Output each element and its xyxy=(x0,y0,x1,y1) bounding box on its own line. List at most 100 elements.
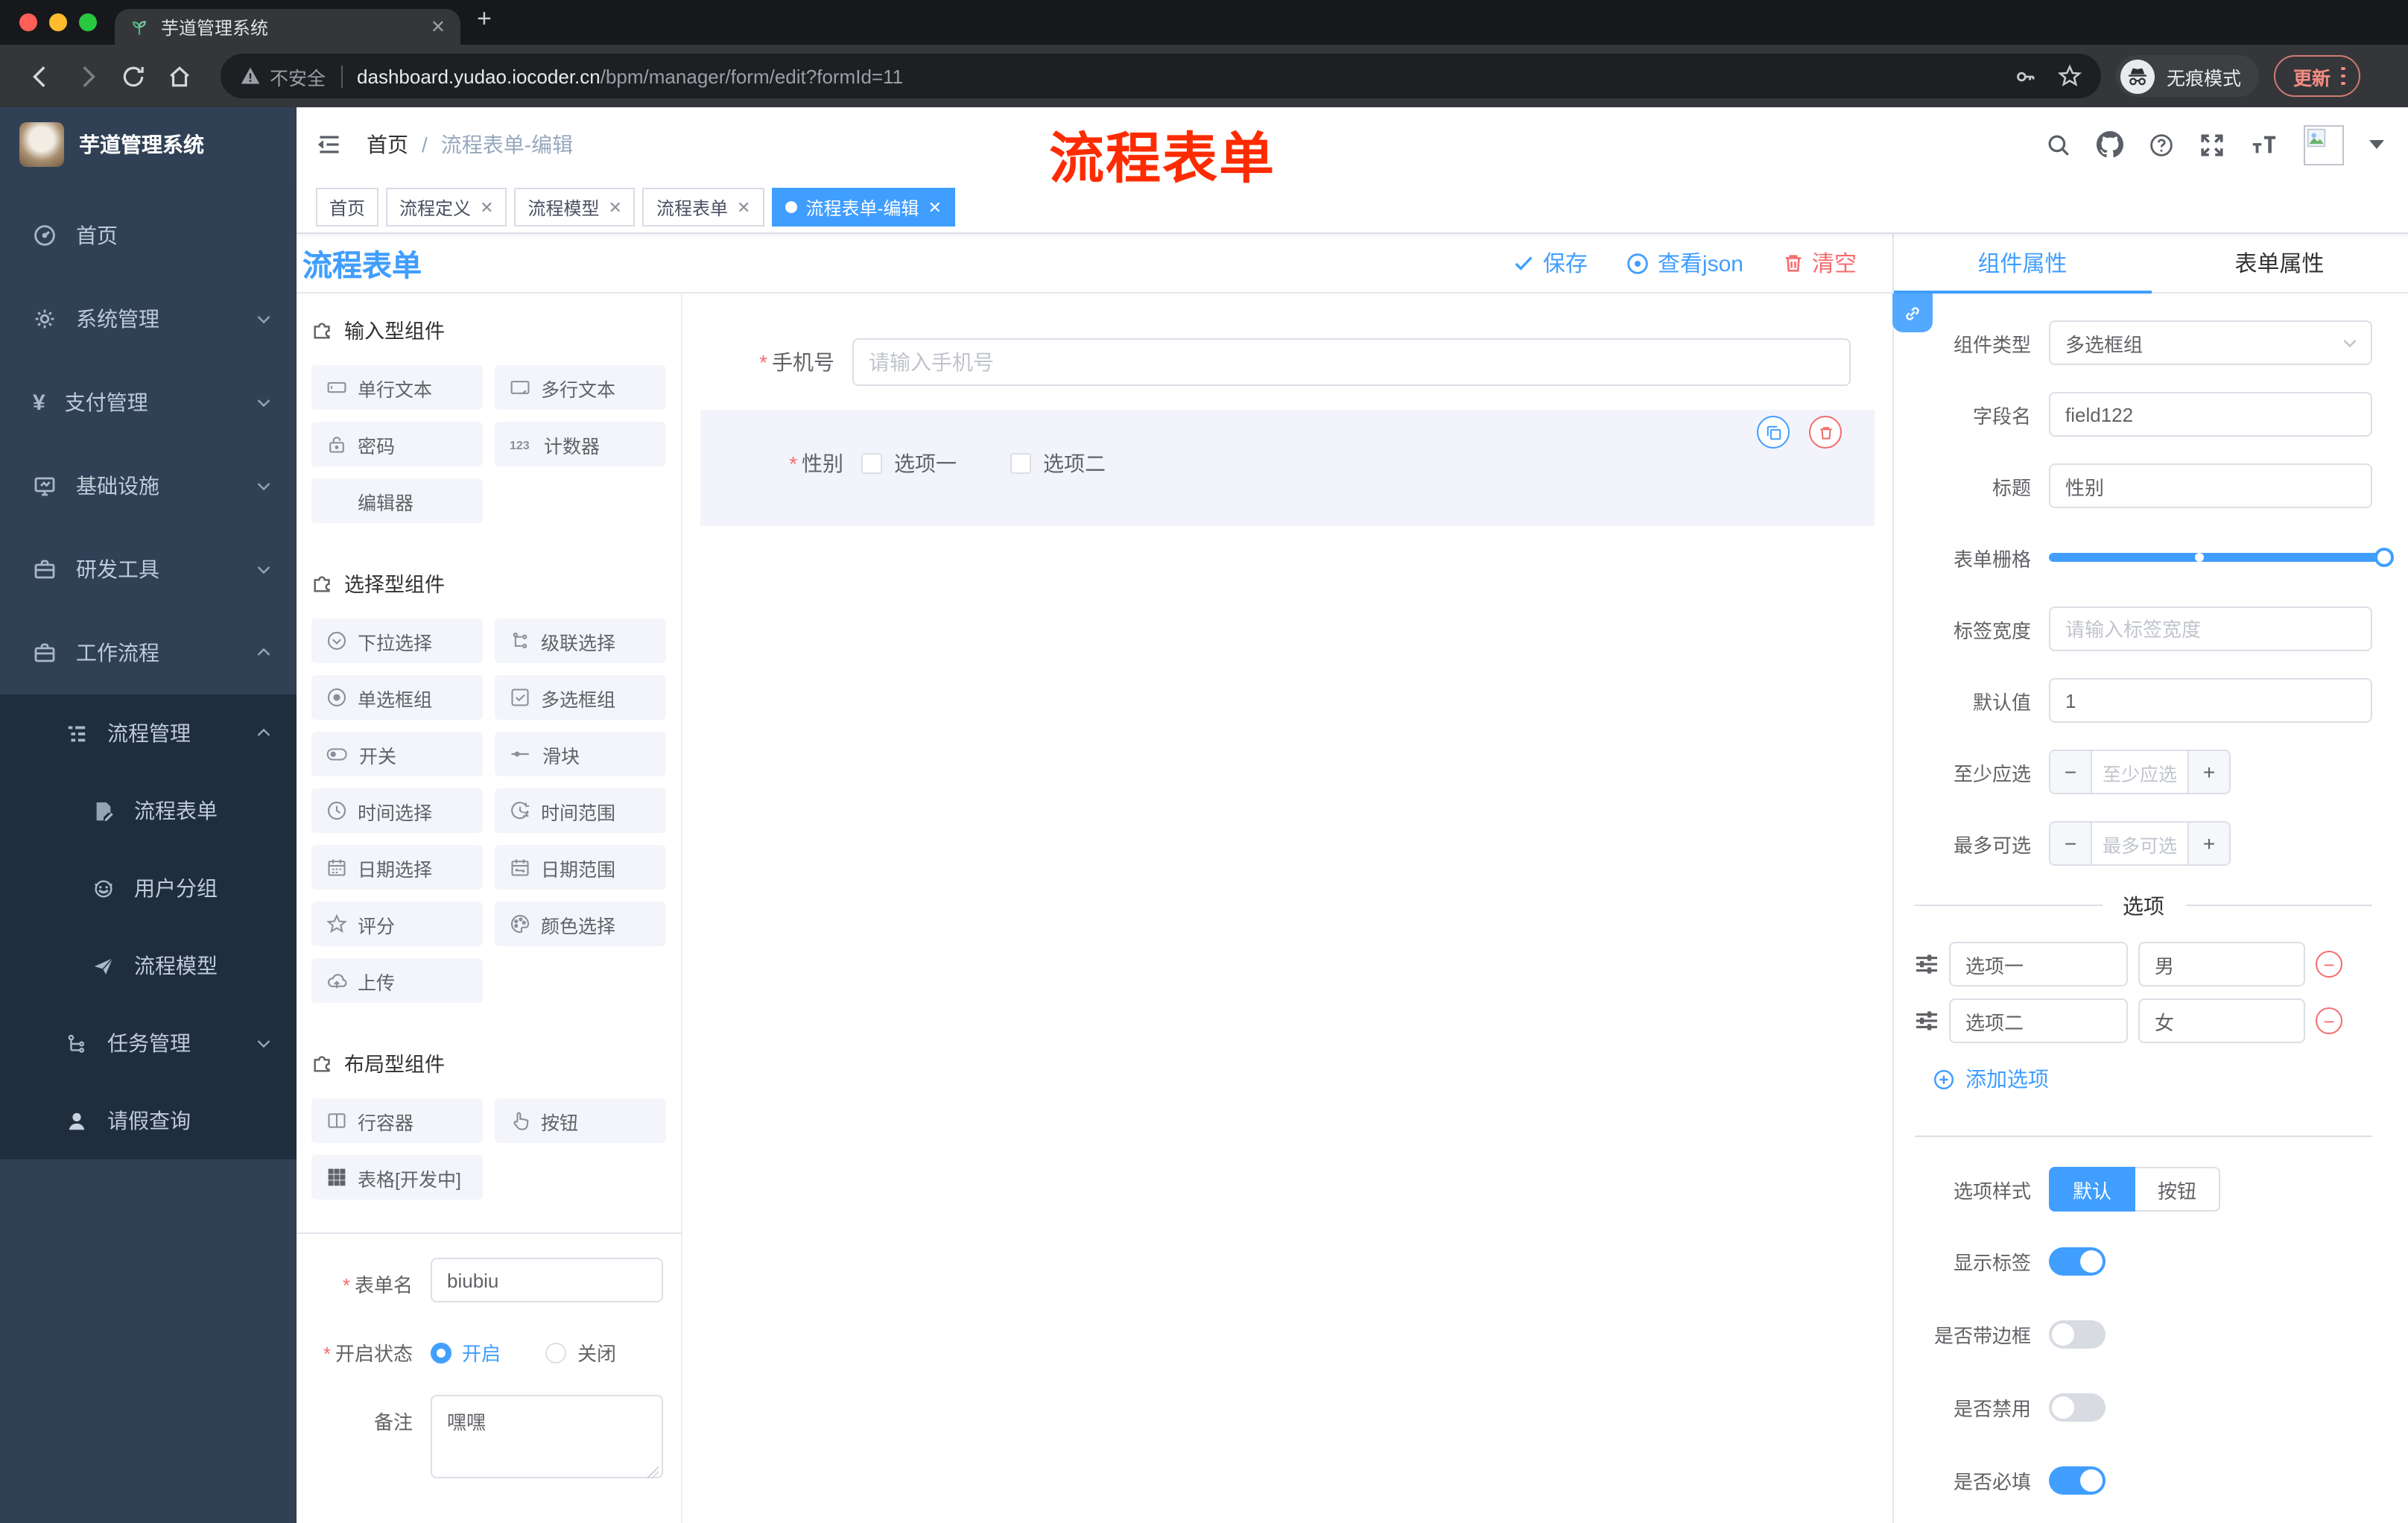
forward-icon[interactable] xyxy=(75,63,100,89)
tag-process-model[interactable]: 流程模型 ✕ xyxy=(514,188,636,227)
show-label-switch[interactable] xyxy=(2049,1247,2106,1276)
plus-button[interactable]: + xyxy=(2187,823,2229,864)
palette-item-counter[interactable]: 123 计数器 xyxy=(495,422,666,466)
form-name-input[interactable] xyxy=(431,1258,663,1302)
gender-option-2-checkbox[interactable]: 选项二 xyxy=(1010,449,1106,478)
canvas-field-gender-selected[interactable]: * 性别 选项一 选项二 xyxy=(700,410,1875,526)
palette-item-rate[interactable]: 评分 xyxy=(311,902,483,946)
option-value-input[interactable] xyxy=(2138,998,2305,1043)
sidebar-item-process-model[interactable]: 流程模型 xyxy=(0,927,297,1004)
form-grid-slider[interactable] xyxy=(2049,535,2394,580)
palette-item-cascader[interactable]: 级联选择 xyxy=(495,618,666,663)
palette-item-slider[interactable]: 滑块 xyxy=(495,732,666,776)
disabled-switch[interactable] xyxy=(2049,1393,2106,1422)
sidebar-item-process-mgmt[interactable]: 流程管理 xyxy=(0,694,297,772)
address-bar[interactable]: 不安全 dashboard.yudao.iocoder.cn/bpm/manag… xyxy=(221,54,2101,98)
field-name-input[interactable] xyxy=(2049,392,2372,437)
tag-home[interactable]: 首页 xyxy=(316,188,379,227)
fullscreen-icon[interactable] xyxy=(2199,132,2225,157)
palette-item-select[interactable]: 下拉选择 xyxy=(311,618,483,663)
tag-process-definition[interactable]: 流程定义 ✕ xyxy=(386,188,507,227)
palette-item-table[interactable]: 表格[开发中] xyxy=(311,1155,483,1200)
sidebar-item-task-mgmt[interactable]: 任务管理 xyxy=(0,1004,297,1082)
canvas-field-phone[interactable]: * 手机号 xyxy=(709,338,1866,386)
breadcrumb-home[interactable]: 首页 xyxy=(367,130,408,159)
palette-item-switch[interactable]: 开关 xyxy=(311,732,483,776)
help-icon[interactable] xyxy=(2149,132,2174,157)
minus-button[interactable]: − xyxy=(2050,823,2092,864)
remove-option-button[interactable]: − xyxy=(2316,951,2342,978)
gender-option-1-checkbox[interactable]: 选项一 xyxy=(861,449,957,478)
palette-item-button[interactable]: 按钮 xyxy=(495,1098,666,1143)
remove-option-button[interactable]: − xyxy=(2316,1007,2342,1034)
save-button[interactable]: 保存 xyxy=(1513,247,1588,279)
password-key-icon[interactable] xyxy=(2015,65,2037,87)
with-border-switch[interactable] xyxy=(2049,1320,2106,1349)
tag-close-icon[interactable]: ✕ xyxy=(928,197,941,217)
palette-item-date-range[interactable]: 日期范围 xyxy=(495,845,666,890)
home-icon[interactable] xyxy=(167,63,192,89)
style-default-button[interactable]: 默认 xyxy=(2049,1167,2136,1212)
security-label[interactable]: 不安全 xyxy=(270,62,326,90)
palette-item-row-container[interactable]: 行容器 xyxy=(311,1098,483,1143)
browser-tab[interactable]: 芋道管理系统 ✕ xyxy=(115,9,460,45)
avatar[interactable] xyxy=(2304,124,2344,165)
min-select-value[interactable]: 至少应选 xyxy=(2092,751,2187,793)
default-value-input[interactable] xyxy=(2049,678,2372,723)
label-width-input[interactable] xyxy=(2049,607,2372,651)
palette-item-password[interactable]: 密码 xyxy=(311,422,483,466)
resource-link-button[interactable] xyxy=(1892,294,1933,332)
search-icon[interactable] xyxy=(2046,132,2071,157)
minimize-window-button[interactable] xyxy=(49,13,67,31)
palette-item-time-range[interactable]: 时间范围 xyxy=(495,788,666,833)
avatar-caret-icon[interactable] xyxy=(2369,140,2384,149)
sidebar-item-payment[interactable]: ¥ 支付管理 xyxy=(0,361,297,444)
minus-button[interactable]: − xyxy=(2050,751,2092,793)
component-type-select[interactable] xyxy=(2049,320,2372,365)
tab-component-props[interactable]: 组件属性 xyxy=(1894,234,2151,292)
status-on-radio[interactable]: 开启 xyxy=(431,1338,501,1367)
palette-item-multi-text[interactable]: 多行文本 xyxy=(495,365,666,410)
option-value-input[interactable] xyxy=(2138,942,2305,987)
bookmark-star-icon[interactable] xyxy=(2058,64,2082,88)
max-select-value[interactable]: 最多可选 xyxy=(2092,823,2187,864)
collapse-sidebar-icon[interactable] xyxy=(316,131,343,158)
remark-textarea[interactable]: 嘿嘿 xyxy=(431,1394,663,1478)
tag-close-icon[interactable]: ✕ xyxy=(480,197,493,217)
drag-handle-icon[interactable] xyxy=(1915,1010,1939,1031)
palette-item-color-picker[interactable]: 颜色选择 xyxy=(495,902,666,946)
sidebar-item-leave-query[interactable]: 请假查询 xyxy=(0,1082,297,1159)
font-size-icon[interactable] xyxy=(2250,133,2278,156)
sidebar-item-system[interactable]: 系统管理 xyxy=(0,277,297,361)
add-option-button[interactable]: 添加选项 xyxy=(1933,1064,2372,1094)
palette-item-time-picker[interactable]: 时间选择 xyxy=(311,788,483,833)
palette-item-editor[interactable]: 编辑器 xyxy=(311,478,483,523)
option-label-input[interactable] xyxy=(1949,942,2128,987)
tab-close-icon[interactable]: ✕ xyxy=(431,16,446,37)
sidebar-item-user-group[interactable]: 用户分组 xyxy=(0,849,297,927)
resize-grip[interactable] xyxy=(647,1466,659,1478)
clear-button[interactable]: 清空 xyxy=(1782,247,1857,279)
palette-item-radio-group[interactable]: 单选框组 xyxy=(311,675,483,720)
sidebar-item-infra[interactable]: 基础设施 xyxy=(0,444,297,528)
view-json-button[interactable]: 查看json xyxy=(1626,247,1743,279)
palette-item-checkbox-group[interactable]: 多选框组 xyxy=(495,675,666,720)
palette-item-upload[interactable]: 上传 xyxy=(311,958,483,1003)
copy-field-button[interactable] xyxy=(1757,416,1790,449)
style-button-button[interactable]: 按钮 xyxy=(2135,1167,2221,1212)
sidebar-item-workflow[interactable]: 工作流程 xyxy=(0,611,297,694)
tag-process-form[interactable]: 流程表单 ✕ xyxy=(642,188,764,227)
slider-handle[interactable] xyxy=(2374,548,2394,567)
github-icon[interactable] xyxy=(2097,131,2123,158)
delete-field-button[interactable] xyxy=(1809,416,1842,449)
sidebar-logo[interactable]: 芋道管理系统 xyxy=(0,107,297,182)
update-button[interactable]: 更新 xyxy=(2274,55,2360,97)
tag-close-icon[interactable]: ✕ xyxy=(609,197,622,217)
close-window-button[interactable] xyxy=(19,13,37,31)
zoom-window-button[interactable] xyxy=(79,13,97,31)
tag-close-icon[interactable]: ✕ xyxy=(737,197,750,217)
new-tab-button[interactable]: + xyxy=(477,4,492,34)
title-input[interactable] xyxy=(2049,463,2372,508)
palette-item-date-picker[interactable]: 日期选择 xyxy=(311,845,483,890)
phone-input[interactable] xyxy=(852,338,1851,386)
